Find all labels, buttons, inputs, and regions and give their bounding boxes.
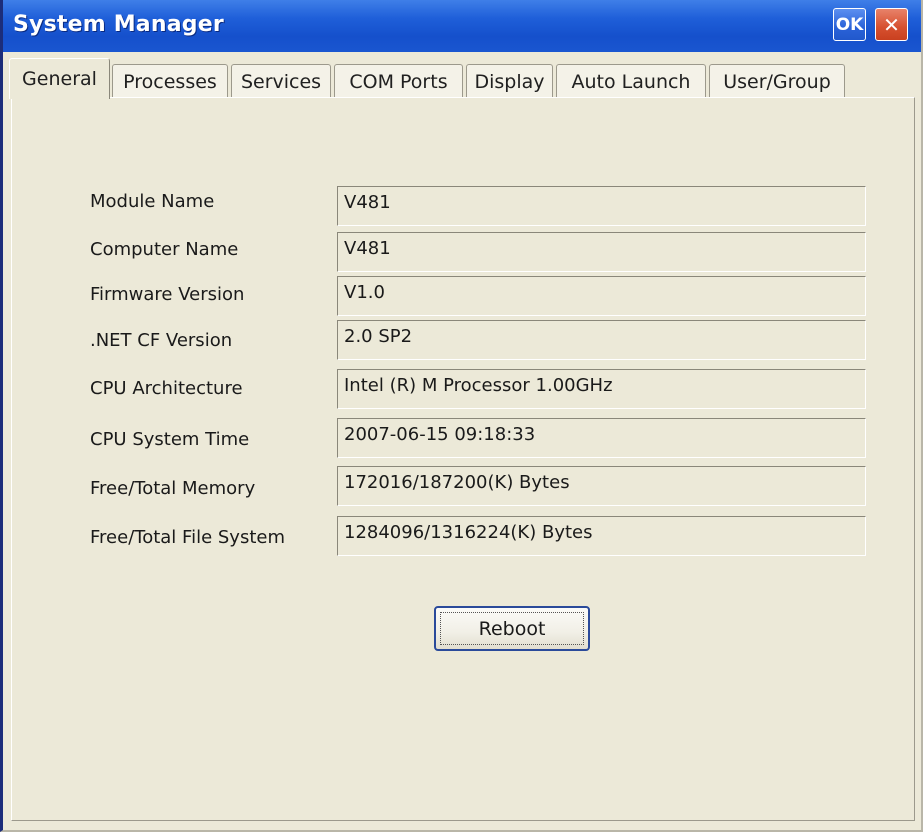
module-name-label: Module Name xyxy=(90,191,215,212)
tab-general[interactable]: General xyxy=(9,58,110,99)
free-total-file-system-field: 1284096/1316224(K) Bytes xyxy=(337,516,866,556)
reboot-button-label: Reboot xyxy=(478,617,546,640)
tab-label: Display xyxy=(474,70,545,93)
cpu-architecture-label: CPU Architecture xyxy=(90,378,243,399)
free-total-memory-field: 172016/187200(K) Bytes xyxy=(337,466,866,506)
tab-processes[interactable]: Processes xyxy=(112,64,228,98)
cpu-architecture-field: Intel (R) M Processor 1.00GHz xyxy=(337,369,866,409)
tab-label: Processes xyxy=(123,70,217,93)
title-bar[interactable]: System Manager OK ✕ xyxy=(3,0,921,52)
close-icon: ✕ xyxy=(883,12,900,37)
net-cf-version-field: 2.0 SP2 xyxy=(337,320,866,360)
free-total-file-system-label: Free/Total File System xyxy=(90,527,285,548)
reboot-button[interactable]: Reboot xyxy=(434,606,590,651)
tab-strip: General Processes Services COM Ports Dis… xyxy=(9,56,909,99)
tab-label: User/Group xyxy=(723,70,831,93)
general-panel: Module Name V481 Computer Name V481 Firm… xyxy=(11,97,915,821)
tab-label: General xyxy=(22,68,97,90)
tab-display[interactable]: Display xyxy=(466,64,553,98)
tab-services[interactable]: Services xyxy=(231,64,331,98)
window-title: System Manager xyxy=(13,12,224,37)
cpu-system-time-field: 2007-06-15 09:18:33 xyxy=(337,418,866,458)
tab-label: Auto Launch xyxy=(571,70,691,93)
free-total-memory-label: Free/Total Memory xyxy=(90,478,256,499)
tab-label: COM Ports xyxy=(349,70,448,93)
close-button[interactable]: ✕ xyxy=(875,8,908,41)
ok-button[interactable]: OK xyxy=(833,8,866,41)
tab-label: Services xyxy=(240,70,322,93)
computer-name-field: V481 xyxy=(337,232,866,272)
net-cf-version-label: .NET CF Version xyxy=(90,330,233,351)
tab-user-group[interactable]: User/Group xyxy=(709,64,845,98)
cpu-system-time-label: CPU System Time xyxy=(90,429,250,450)
system-manager-window: System Manager OK ✕ General Processes Se… xyxy=(0,0,923,832)
ok-button-label: OK xyxy=(835,14,864,35)
computer-name-label: Computer Name xyxy=(90,239,239,260)
module-name-field: V481 xyxy=(337,186,866,226)
tab-auto-launch[interactable]: Auto Launch xyxy=(556,64,706,98)
tab-com-ports[interactable]: COM Ports xyxy=(334,64,463,98)
firmware-version-field: V1.0 xyxy=(337,276,866,316)
firmware-version-label: Firmware Version xyxy=(90,284,245,305)
